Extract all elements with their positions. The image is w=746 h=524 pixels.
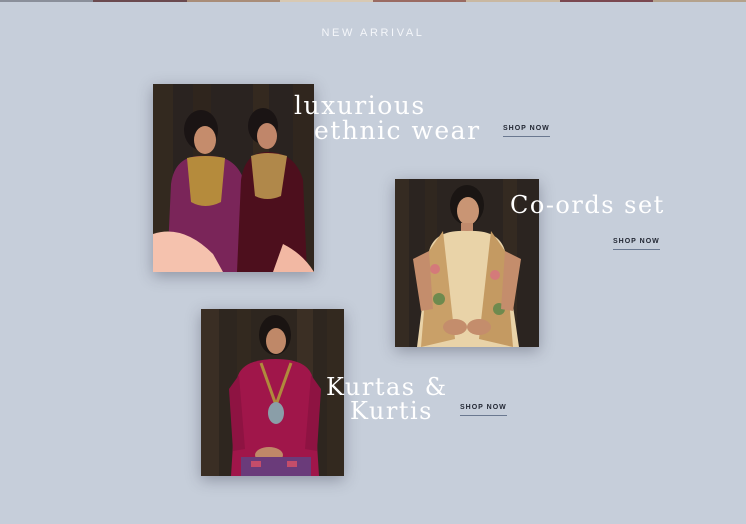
kurtas-kurtis-image[interactable] — [201, 309, 344, 476]
ethnic-wear-title-line2: ethnic wear — [314, 116, 481, 145]
kurtas-kurtis-photo — [201, 309, 344, 476]
top-color-strip — [0, 0, 746, 2]
ethnic-wear-image[interactable] — [153, 84, 314, 272]
ethnic-wear-title-line1: luxurious — [294, 91, 426, 120]
shop-now-coords-set-link[interactable]: SHOP NOW — [613, 238, 660, 250]
kurtas-kurtis-title-line2: Kurtis — [350, 397, 433, 425]
ethnic-wear-photo — [153, 84, 314, 272]
kurtas-kurtis-title: Kurtas & Kurtis — [326, 375, 448, 423]
section-title: NEW ARRIVAL — [321, 27, 425, 39]
ethnic-wear-title: luxurious ethnic wear — [294, 93, 481, 143]
shop-now-ethnic-wear-link[interactable]: SHOP NOW — [503, 125, 550, 137]
coords-set-title: Co-ords set — [510, 191, 665, 219]
shop-now-kurtas-kurtis-link[interactable]: SHOP NOW — [460, 404, 507, 416]
kurtas-kurtis-title-line1: Kurtas & — [326, 373, 448, 401]
